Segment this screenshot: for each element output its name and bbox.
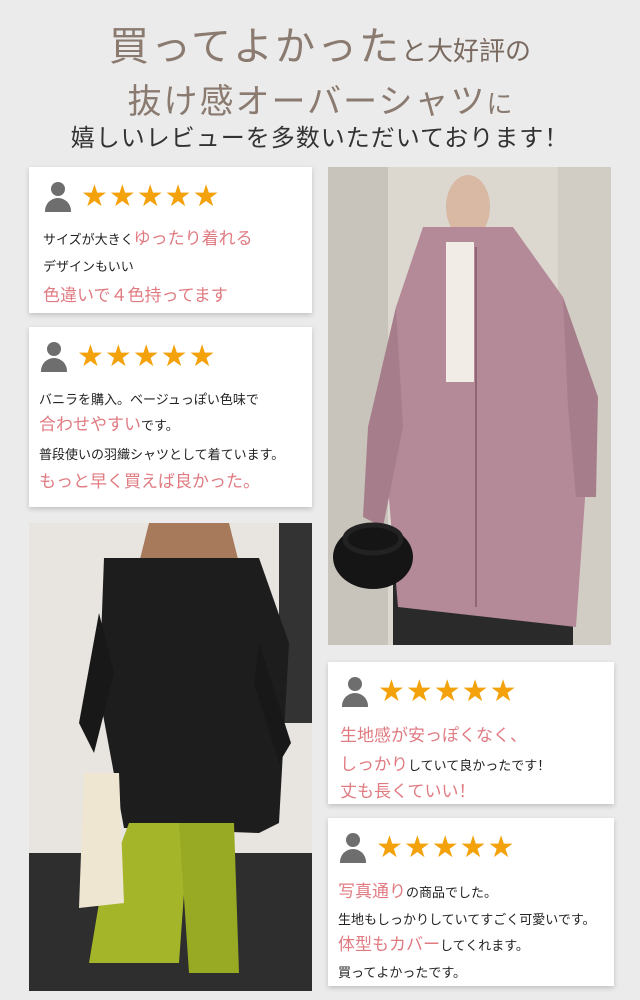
highlighted-text: 写真通り xyxy=(338,882,406,902)
review-line: 写真通りの商品でした。 xyxy=(338,884,614,901)
review-line: 生地感が安っぽくなく、 xyxy=(340,728,614,745)
headline-emphasis: 買ってよかった xyxy=(108,24,401,70)
review-text: 普段使いの羽織シャツとして着ています。 xyxy=(39,448,285,463)
star-rating: ★★★★★ xyxy=(77,339,217,374)
user-avatar-icon xyxy=(338,833,368,863)
review-text: デザインもいい xyxy=(43,260,134,275)
user-avatar-icon xyxy=(340,677,370,707)
product-name: 抜け感オーバーシャツ xyxy=(127,82,487,122)
review-text: サイズが大きく xyxy=(43,233,134,248)
review-header: ★★★★★ xyxy=(338,828,614,868)
highlighted-text: 色違いで４色持ってます xyxy=(43,286,228,306)
black-shirt-illustration xyxy=(29,523,312,991)
review-card-2: ★★★★★ バニラを購入。ベージュっぽい色味で 合わせやすいです。 普段使いの羽織シャ… xyxy=(29,327,312,507)
review-text: 生地もしっかりしていてすごく可愛いです。 xyxy=(338,913,596,928)
review-text: の商品でした。 xyxy=(406,886,498,901)
headline-line-1: 買ってよかったと大好評の xyxy=(0,14,640,72)
product-photo-pink-shirt xyxy=(328,167,611,645)
star-rating: ★★★★★ xyxy=(81,179,221,214)
review-line: 生地もしっかりしていてすごく可愛いです。 xyxy=(338,911,614,927)
review-line: 普段使いの羽織シャツとして着ています。 xyxy=(39,446,312,462)
review-line: 買ってよかったです。 xyxy=(338,964,614,980)
highlighted-text: 丈も長くていい！ xyxy=(340,782,476,802)
headline-particle: に xyxy=(486,90,513,120)
highlighted-text: 生地感が安っぽくなく、 xyxy=(340,726,527,746)
review-line: もっと早く買えば良かった。 xyxy=(39,474,312,491)
review-line: 丈も長くていい！ xyxy=(340,784,614,801)
star-rating: ★★★★★ xyxy=(376,830,516,865)
user-avatar-icon xyxy=(39,342,69,372)
review-header: ★★★★★ xyxy=(340,672,614,712)
headline-suffix: と大好評の xyxy=(400,37,531,67)
review-header: ★★★★★ xyxy=(39,337,312,377)
review-line: しっかりしていて良かったです！ xyxy=(340,757,614,774)
highlighted-text: しっかり xyxy=(340,755,408,775)
user-avatar-icon xyxy=(43,182,73,212)
review-line: 色違いで４色持ってます xyxy=(43,288,312,305)
review-text: バニラを購入。ベージュっぽい色味で xyxy=(39,393,259,408)
highlighted-text: ゆったり着れる xyxy=(133,229,253,249)
review-header: ★★★★★ xyxy=(43,177,312,217)
review-text: していて良かったです！ xyxy=(408,759,551,774)
headline-line-2: 抜け感オーバーシャツに xyxy=(0,74,640,123)
review-card-1: ★★★★★ サイズが大きくゆったり着れる デザインもいい 色違いで４色持ってます xyxy=(29,167,312,313)
review-card-3: ★★★★★ 生地感が安っぽくなく、 しっかりしていて良かったです！ 丈も長くていい！ xyxy=(328,662,614,804)
review-card-4: ★★★★★ 写真通りの商品でした。 生地もしっかりしていてすごく可愛いです。 体型もカ… xyxy=(328,818,614,986)
headline-line-3: 嬉しいレビューを多数いただいております！ xyxy=(70,124,570,152)
review-line: 合わせやすいです。 xyxy=(39,417,312,434)
review-text: です。 xyxy=(141,419,179,434)
star-rating: ★★★★★ xyxy=(378,674,518,709)
product-photo-black-shirt xyxy=(29,523,312,991)
highlighted-text: 体型もカバー xyxy=(338,935,440,955)
pink-shirt-illustration xyxy=(328,167,611,645)
review-text: 買ってよかったです。 xyxy=(338,966,467,981)
review-line: バニラを購入。ベージュっぽい色味で xyxy=(39,391,312,407)
highlighted-text: もっと早く買えば良かった。 xyxy=(39,472,260,492)
review-line: 体型もカバーしてくれます。 xyxy=(338,937,614,954)
review-line: デザインもいい xyxy=(43,258,312,274)
review-line: サイズが大きくゆったり着れる xyxy=(43,231,312,248)
review-text: してくれます。 xyxy=(440,939,529,954)
highlighted-text: 合わせやすい xyxy=(39,415,141,435)
